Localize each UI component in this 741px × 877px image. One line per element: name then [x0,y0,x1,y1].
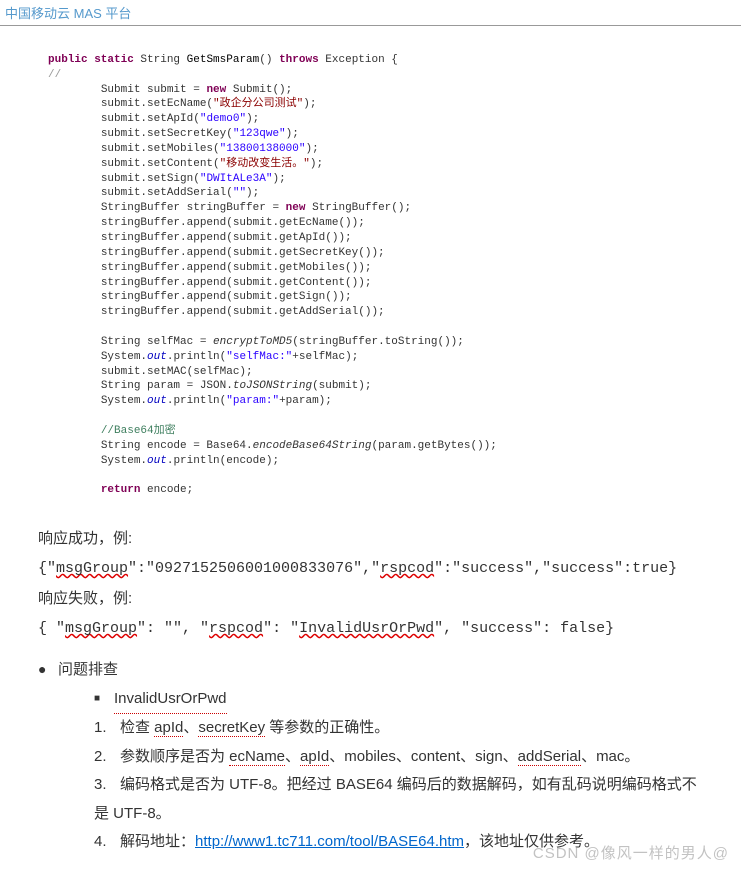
troubleshoot-title-row: ● 问题排查 [38,656,703,685]
response-fail-body: { "msgGroup": "", "rspcod": "InvalidUsrO… [38,614,703,644]
decode-link[interactable]: http://www1.tc711.com/tool/BASE64.htm [195,833,464,850]
list-item: 2.参数顺序是否为 ecName、apId、mobiles、content、si… [38,743,703,772]
list-item: 3.编码格式是否为 UTF-8。把经过 BASE64 编码后的数据解码，如有乱码… [38,771,703,828]
list-item: 1.检查 apId、secretKey 等参数的正确性。 [38,714,703,743]
sub-title: InvalidUsrOrPwd [114,685,227,715]
response-section: 响应成功，例: {"msgGroup":"0927152506001000833… [0,516,741,656]
code-block: public static String GetSmsParam() throw… [0,38,741,498]
response-fail-label: 响应失败，例: [38,584,703,614]
response-success-body: {"msgGroup":"0927152506001000833076","rs… [38,554,703,584]
list-item: 4.解码地址：http://www1.tc711.com/tool/BASE64… [38,828,703,857]
troubleshoot-section: ● 问题排查 ■ InvalidUsrOrPwd 1.检查 apId、secre… [0,656,741,877]
troubleshoot-title: 问题排查 [58,656,118,685]
response-success-label: 响应成功，例: [38,524,703,554]
sub-title-row: ■ InvalidUsrOrPwd [38,685,703,715]
bullet-icon: ● [38,656,58,683]
page-header: 中国移动云 MAS 平台 [0,0,741,26]
square-bullet-icon: ■ [94,685,114,708]
